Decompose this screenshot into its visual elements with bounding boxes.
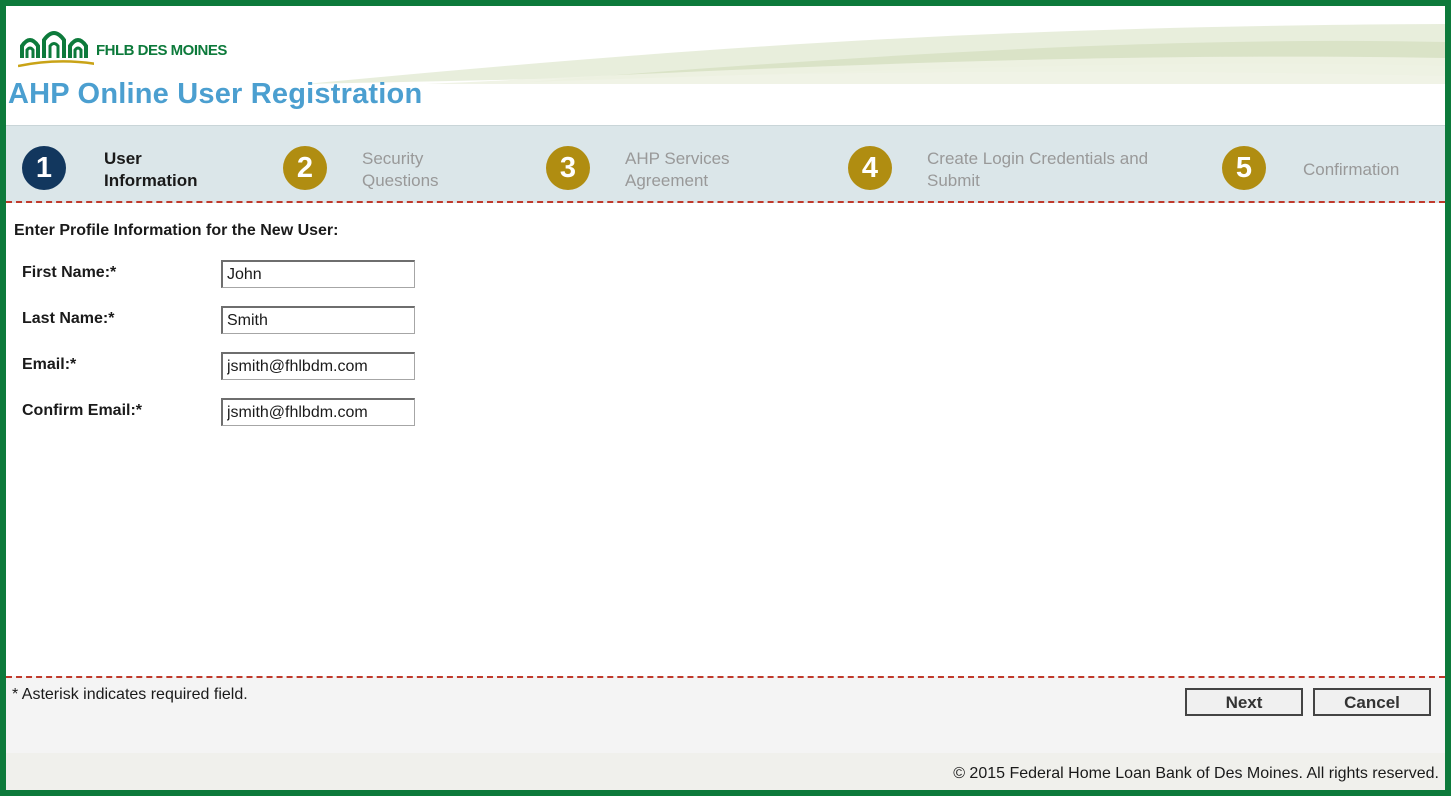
email-input[interactable]	[221, 352, 415, 380]
confirm-email-label: Confirm Email:*	[22, 402, 143, 419]
step-number-badge: 3	[546, 146, 590, 190]
step-number-badge: 2	[283, 146, 327, 190]
last-name-input[interactable]	[221, 306, 415, 334]
step-label: Create Login Credentials and Submit	[927, 149, 1149, 190]
copyright-text: © 2015 Federal Home Loan Bank of Des Moi…	[953, 765, 1439, 782]
step-number-badge: 5	[1222, 146, 1266, 190]
houses-logo-icon	[18, 31, 94, 68]
first-name-row: First Name:*	[22, 260, 442, 294]
page-title: AHP Online User Registration	[8, 78, 423, 110]
header: FHLB DES MOINES AHP Online User Registra…	[6, 6, 1445, 126]
profile-form: Enter Profile Information for the New Us…	[6, 202, 1445, 676]
email-row: Email:*	[22, 352, 442, 386]
confirm-email-input[interactable]	[221, 398, 415, 426]
email-label: Email:*	[22, 356, 77, 373]
copyright-bar: © 2015 Federal Home Loan Bank of Des Moi…	[6, 753, 1445, 790]
step-label: AHP Services Agreement	[625, 149, 730, 190]
last-name-row: Last Name:*	[22, 306, 442, 340]
action-bar: * Asterisk indicates required field. Nex…	[6, 676, 1445, 755]
last-name-label: Last Name:*	[22, 310, 115, 327]
first-name-input[interactable]	[221, 260, 415, 288]
fhlb-logo: FHLB DES MOINES	[18, 24, 278, 68]
form-heading: Enter Profile Information for the New Us…	[14, 222, 339, 239]
next-button[interactable]: Next	[1185, 688, 1303, 716]
first-name-label: First Name:*	[22, 264, 117, 281]
step-number-badge: 1	[22, 146, 66, 190]
required-field-note: * Asterisk indicates required field.	[12, 686, 248, 703]
app-frame: FHLB DES MOINES AHP Online User Registra…	[0, 0, 1451, 796]
confirm-email-row: Confirm Email:*	[22, 398, 442, 432]
step-label: Confirmation	[1303, 160, 1400, 179]
cancel-button[interactable]: Cancel	[1313, 688, 1431, 716]
logo-text: FHLB DES MOINES	[96, 42, 227, 59]
registration-steps: 1 User Information 2 Security Questions …	[6, 125, 1445, 203]
step-number-badge: 4	[848, 146, 892, 190]
